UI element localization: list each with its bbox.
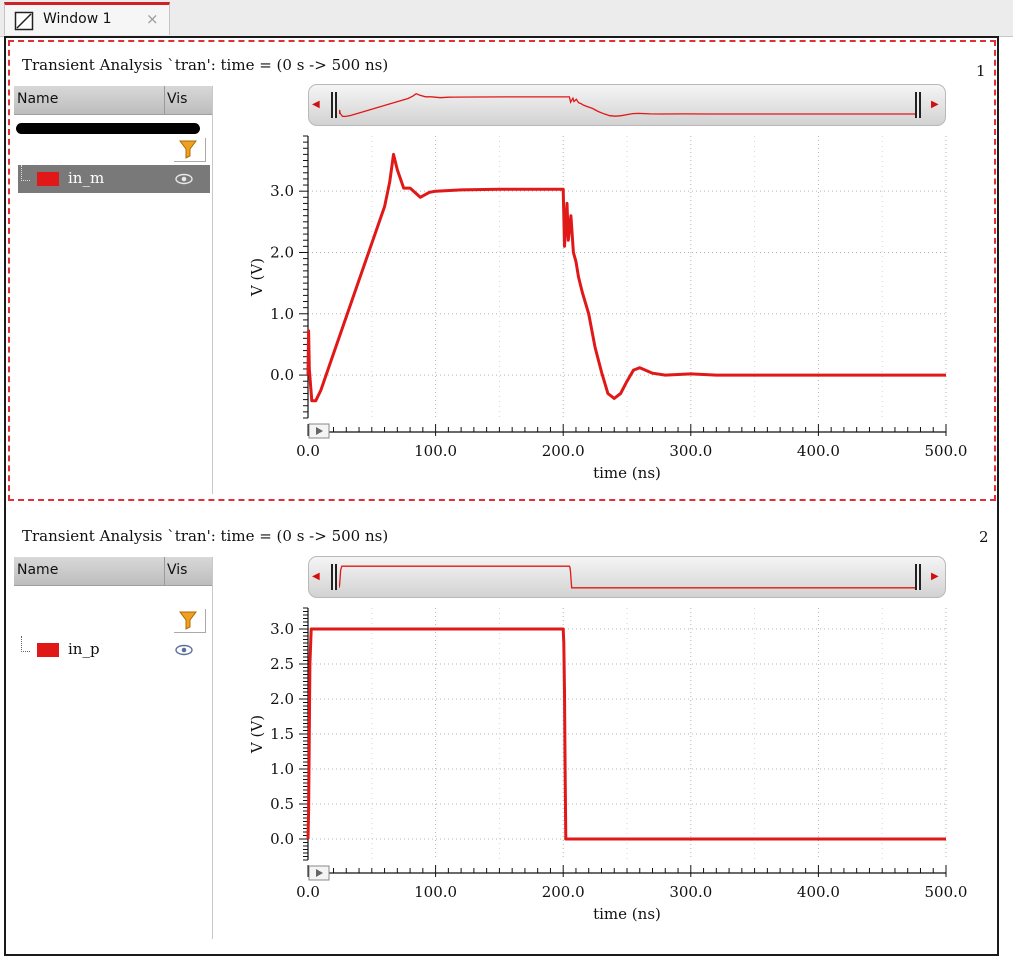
- eye-icon[interactable]: [174, 172, 194, 186]
- play-icon[interactable]: [308, 865, 330, 881]
- x-tick-label: 100.0: [414, 883, 457, 901]
- scroll-left-icon[interactable]: ◀: [312, 99, 320, 110]
- overview-trace: [339, 565, 915, 589]
- scroll-right-icon[interactable]: ▶: [931, 571, 939, 582]
- column-name[interactable]: Name: [17, 562, 58, 578]
- tab-bar: Window 1 ×: [0, 0, 1013, 37]
- funnel-icon: [179, 140, 197, 159]
- range-handle-left[interactable]: [331, 92, 337, 118]
- tree-connector: [21, 636, 30, 652]
- filter-button[interactable]: [174, 609, 206, 633]
- x-tick-label: 100.0: [414, 442, 457, 460]
- y-tick-label: 2.5: [270, 655, 294, 673]
- y-tick-label: 3.0: [270, 620, 294, 638]
- plot-window-icon: [14, 11, 34, 31]
- y-tick-label: 3.0: [270, 182, 294, 200]
- scroll-left-icon[interactable]: ◀: [312, 571, 320, 582]
- x-tick-label: 200.0: [542, 442, 585, 460]
- column-vis[interactable]: Vis: [167, 91, 187, 107]
- pane-number: 2: [979, 528, 989, 546]
- signal-color-swatch: [37, 643, 59, 657]
- x-tick-label: 400.0: [797, 883, 840, 901]
- eye-icon[interactable]: [174, 643, 194, 657]
- y-tick-label: 1.0: [270, 305, 294, 323]
- plot-area[interactable]: 0.0 1.0 2.0 3.0 V (V) 0.0 100.0 200.0 300.0 400.0…: [214, 130, 984, 504]
- signal-label: in_m: [68, 169, 105, 187]
- x-axis-label: time (ns): [593, 905, 661, 923]
- column-divider[interactable]: [164, 86, 165, 114]
- pane-title: Transient Analysis `tran': time = (0 s -…: [22, 56, 389, 74]
- range-handle-right[interactable]: [915, 92, 921, 118]
- x-tick-label: 0.0: [296, 883, 320, 901]
- x-tick-label: 300.0: [669, 442, 712, 460]
- signal-label: in_p: [68, 640, 100, 658]
- pane-number: 1: [976, 62, 986, 80]
- overview-scrollbar[interactable]: ◀ ▶: [308, 84, 946, 126]
- overview-scrollbar[interactable]: ◀ ▶: [308, 556, 946, 598]
- close-icon[interactable]: ×: [146, 10, 159, 28]
- x-tick-label: 0.0: [296, 442, 320, 460]
- signal-color-swatch: [37, 172, 59, 186]
- x-tick-label: 400.0: [797, 442, 840, 460]
- overview-line-in_p: [339, 565, 915, 589]
- x-tick-label: 500.0: [925, 442, 968, 460]
- column-name[interactable]: Name: [17, 91, 58, 107]
- signal-row-in-m[interactable]: in_m: [18, 165, 210, 193]
- overview-line-in_m: [339, 92, 915, 118]
- overview-trace: [339, 92, 915, 118]
- y-tick-label: 0.5: [270, 795, 294, 813]
- filter-button[interactable]: [174, 138, 206, 162]
- x-axis-label: time (ns): [593, 464, 661, 482]
- y-tick-label: 0.0: [270, 366, 294, 384]
- signal-list-header: Name Vis: [14, 557, 212, 586]
- plot-area[interactable]: 0.0 0.5 1.0 1.5 2.0 2.5 3.0 V (V) 0.0 100.0 200.0 3…: [214, 600, 984, 944]
- y-tick-label: 0.0: [270, 830, 294, 848]
- x-tick-label: 200.0: [542, 883, 585, 901]
- filter-bar[interactable]: [16, 123, 200, 134]
- x-tick-label: 300.0: [669, 883, 712, 901]
- scroll-right-icon[interactable]: ▶: [931, 99, 939, 110]
- column-divider[interactable]: [164, 557, 165, 585]
- signal-list: Name Vis in_p: [14, 557, 213, 939]
- tab-label: Window 1: [43, 11, 112, 27]
- y-axis-label: V (V): [248, 258, 266, 297]
- y-tick-label: 2.0: [270, 690, 294, 708]
- tree-connector: [21, 165, 30, 181]
- signal-list: Name Vis in_m: [14, 86, 213, 494]
- signal-list-header: Name Vis: [14, 86, 212, 115]
- y-tick-label: 1.5: [270, 725, 294, 743]
- x-tick-label: 500.0: [925, 883, 968, 901]
- signal-row-in-p[interactable]: in_p: [18, 636, 210, 664]
- y-tick-label: 1.0: [270, 760, 294, 778]
- waveform-chart[interactable]: 0.0 1.0 2.0 3.0 V (V) 0.0 100.0 200.0 300.0 400.0…: [214, 130, 984, 500]
- tab-window-1[interactable]: Window 1 ×: [4, 2, 170, 35]
- y-axis-label: V (V): [248, 715, 266, 754]
- funnel-icon: [179, 611, 197, 630]
- waveform-chart[interactable]: 0.0 0.5 1.0 1.5 2.0 2.5 3.0 V (V) 0.0 100.0 200.0 3…: [214, 600, 984, 940]
- range-handle-right[interactable]: [915, 564, 921, 590]
- y-tick-label: 2.0: [270, 243, 294, 261]
- range-handle-left[interactable]: [331, 564, 337, 590]
- column-vis[interactable]: Vis: [167, 562, 187, 578]
- pane-title: Transient Analysis `tran': time = (0 s -…: [22, 527, 389, 545]
- play-icon[interactable]: [308, 423, 330, 439]
